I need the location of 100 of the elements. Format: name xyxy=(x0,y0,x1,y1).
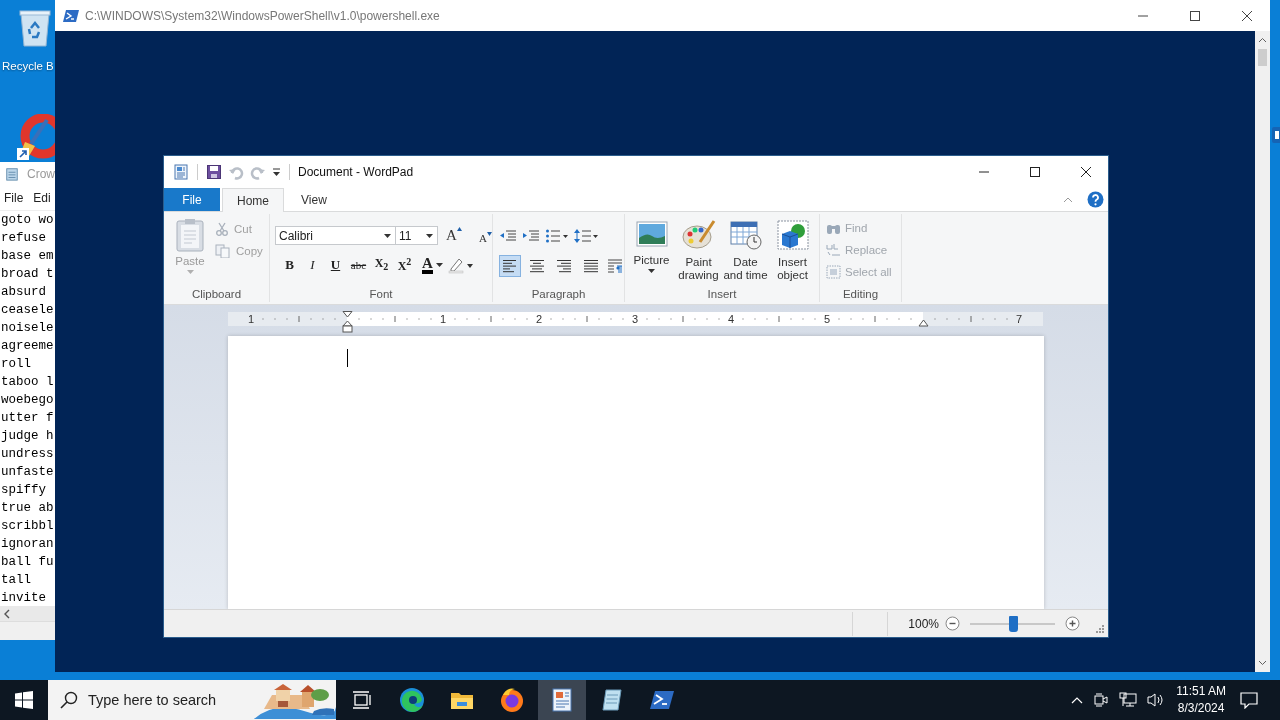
font-color-button[interactable]: A xyxy=(422,255,443,274)
decrease-indent-icon[interactable] xyxy=(499,228,517,244)
camera-icon[interactable] xyxy=(1093,692,1110,708)
menu-item[interactable]: File xyxy=(4,191,24,205)
scrollbar-thumb[interactable] xyxy=(1258,49,1267,66)
scroll-left-icon[interactable] xyxy=(3,608,11,619)
text-align-icon xyxy=(502,259,518,273)
object-button[interactable]: Insert object xyxy=(770,220,815,288)
group-label: Editing xyxy=(841,288,880,302)
paint-button[interactable]: Paint drawing xyxy=(676,220,721,288)
show-hidden-icons-icon[interactable] xyxy=(1071,696,1084,704)
notifications-icon[interactable] xyxy=(1240,691,1258,709)
strike-button[interactable]: abc xyxy=(349,254,368,275)
clock-date[interactable]: 8/3/2024 xyxy=(1177,700,1225,717)
text-line: undress xyxy=(0,446,55,463)
ribbon-tab[interactable]: View xyxy=(286,188,342,211)
copy-icon xyxy=(215,244,231,258)
vertical-scrollbar[interactable] xyxy=(1255,31,1270,672)
align-left-button[interactable] xyxy=(499,255,521,277)
ruler-number: 1 xyxy=(438,312,448,326)
zoom-out-button[interactable] xyxy=(945,616,960,631)
close-icon[interactable] xyxy=(1241,9,1253,22)
increase-indent-icon[interactable] xyxy=(522,228,540,244)
landscape-icon xyxy=(635,220,668,248)
save-icon[interactable] xyxy=(206,164,222,180)
window-title: C:\WINDOWS\System32\WindowsPowerShell\v1.0\powershell.exe xyxy=(85,8,440,23)
slider-thumb[interactable] xyxy=(1008,615,1018,632)
search-icon xyxy=(60,691,78,709)
underline-button[interactable]: U xyxy=(326,254,345,275)
file-menu-button[interactable]: File xyxy=(164,188,220,211)
window-title: Crow xyxy=(27,167,55,181)
text-line: scribbl xyxy=(0,518,55,535)
taskbar-button[interactable] xyxy=(538,680,586,720)
select-all-icon xyxy=(826,265,841,279)
line-spacing-icon[interactable] xyxy=(574,228,598,244)
text-line: tall xyxy=(0,572,32,589)
text-line: spiffy xyxy=(0,482,47,499)
shrink-font-button[interactable]: A xyxy=(479,231,492,244)
text-line: ignoran xyxy=(0,536,55,553)
zoom-in-button[interactable] xyxy=(1065,616,1080,631)
text-line: base em xyxy=(0,248,55,265)
text-line: woebego xyxy=(0,392,55,409)
recycle-bin-icon[interactable] xyxy=(17,8,53,48)
customize-caret-icon[interactable] xyxy=(272,167,281,177)
group-label: Clipboard xyxy=(190,288,243,302)
help-icon[interactable] xyxy=(1087,191,1104,208)
ruler-number: 7 xyxy=(1014,312,1024,326)
maximize-icon[interactable] xyxy=(1029,166,1041,178)
text-line: invite xyxy=(0,590,47,606)
text-align-icon xyxy=(583,259,599,273)
scissors-icon xyxy=(215,222,229,236)
subscript-button[interactable]: X$_{2}$ xyxy=(372,254,391,275)
text-line: agreeme xyxy=(0,338,55,355)
wordpad-icon[interactable] xyxy=(173,164,189,180)
volume-icon[interactable] xyxy=(1147,692,1166,708)
ruler-number: 2 xyxy=(534,312,544,326)
edge-browser-icon xyxy=(399,687,425,713)
resize-grip-icon[interactable] xyxy=(1096,625,1104,633)
font-size-field[interactable]: 11 xyxy=(395,226,438,245)
recycle-bin-label[interactable]: Recycle B xyxy=(2,60,54,72)
close-icon[interactable] xyxy=(1080,166,1092,178)
paragraph-icon[interactable] xyxy=(607,258,623,274)
scroll-up-icon[interactable] xyxy=(1258,37,1267,43)
search-field[interactable]: Type here to search xyxy=(48,680,336,720)
caret-icon xyxy=(456,227,462,231)
menu-item[interactable]: Edi xyxy=(33,191,51,205)
bullet-list-icon[interactable] xyxy=(545,228,569,244)
font-name-field[interactable]: Calibri xyxy=(275,226,396,245)
text-line: ceasele xyxy=(0,302,55,319)
superscript-button[interactable]: X$^{2}$ xyxy=(395,254,414,275)
ruler-number: 1 xyxy=(246,312,256,326)
bold-button[interactable]: B xyxy=(280,254,299,275)
network-icon[interactable] xyxy=(1119,692,1138,708)
picture-button[interactable]: Picture xyxy=(629,220,674,288)
caret-icon xyxy=(186,270,194,274)
ruler-number: 5 xyxy=(822,312,832,326)
caret-icon xyxy=(487,231,492,236)
horizontal-scrollbar[interactable] xyxy=(0,606,55,621)
text-line: absurd xyxy=(0,284,47,301)
scroll-down-icon[interactable] xyxy=(1258,660,1267,666)
indent-marker[interactable] xyxy=(918,319,929,327)
powershell-icon xyxy=(650,690,674,710)
text-line: unfaste xyxy=(0,464,55,481)
indent-marker[interactable] xyxy=(342,311,353,333)
start-icon[interactable] xyxy=(15,691,33,709)
group-label: Paragraph xyxy=(530,288,587,302)
datetime-button[interactable]: Date and time xyxy=(723,220,768,288)
clipboard-icon xyxy=(175,218,205,252)
cleaner-shortcut-icon[interactable] xyxy=(17,114,57,162)
folder-icon xyxy=(450,690,474,710)
clock-time[interactable]: 11:51 AM xyxy=(1176,683,1226,700)
italic-button[interactable]: I xyxy=(303,254,322,275)
ribbon-tab[interactable]: Home xyxy=(222,188,284,212)
collapse-caret-icon[interactable] xyxy=(1063,195,1073,204)
shortcut-icon[interactable] xyxy=(1272,127,1280,143)
text-line: true ab xyxy=(0,500,55,517)
grow-font-button[interactable]: A xyxy=(446,227,472,244)
maximize-icon[interactable] xyxy=(1189,9,1201,22)
ruler-number: 4 xyxy=(726,312,736,326)
firefox-icon xyxy=(499,687,525,713)
